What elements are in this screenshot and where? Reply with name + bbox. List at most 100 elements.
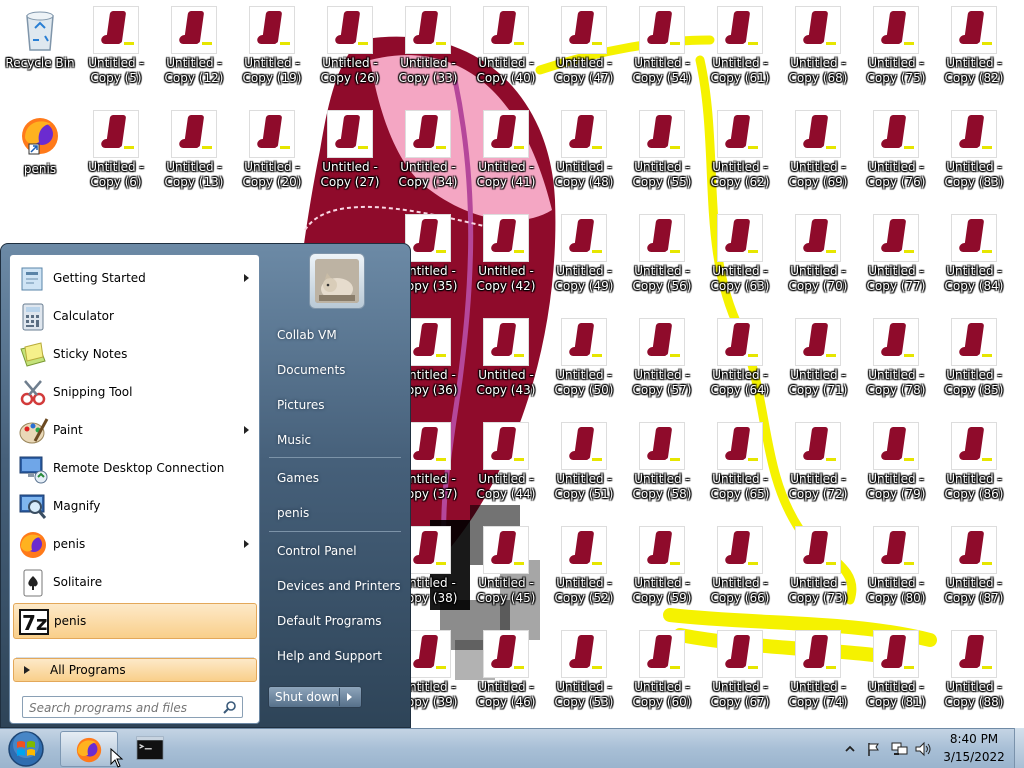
desktop-icon-untitled-copy[interactable]: Untitled - Copy (68) [780, 6, 856, 102]
desktop-icon-untitled-copy[interactable]: Untitled - Copy (54) [624, 6, 700, 102]
desktop-icon-untitled-copy[interactable]: Untitled - Copy (27) [312, 110, 388, 206]
desktop-icon-untitled-copy[interactable]: Untitled - Copy (70) [780, 214, 856, 310]
desktop-icon-untitled-copy[interactable]: Untitled - Copy (53) [546, 630, 622, 726]
start-orb-windows-icon[interactable] [6, 730, 46, 768]
desktop-icon-untitled-copy[interactable]: Untitled - Copy (84) [936, 214, 1012, 310]
desktop-icon-untitled-copy[interactable]: Untitled - Copy (88) [936, 630, 1012, 726]
start-link-default-programs[interactable]: Default Programs [277, 614, 382, 628]
desktop-icon-untitled-copy[interactable]: Untitled - Copy (20) [234, 110, 310, 206]
show-hidden-icons-chevron-icon[interactable] [844, 743, 856, 755]
shutdown-button[interactable]: Shut down [268, 686, 362, 708]
desktop-icon-untitled-copy[interactable]: Untitled - Copy (72) [780, 422, 856, 518]
desktop-icon-untitled-copy[interactable]: Untitled - Copy (64) [702, 318, 778, 414]
desktop-icon-untitled-copy[interactable]: Untitled - Copy (87) [936, 526, 1012, 622]
start-item-penis-7zip[interactable]: 7z penis [13, 603, 257, 639]
start-item-label: Magnify [53, 499, 101, 513]
show-desktop-button[interactable] [1014, 728, 1024, 768]
start-link-music[interactable]: Music [277, 433, 311, 447]
start-item-getting-started[interactable]: Getting Started [13, 261, 257, 297]
desktop-icon-untitled-copy[interactable]: Untitled - Copy (19) [234, 6, 310, 102]
desktop-icon-untitled-copy[interactable]: Untitled - Copy (86) [936, 422, 1012, 518]
desktop-icon-untitled-copy[interactable]: Untitled - Copy (40) [468, 6, 544, 102]
desktop-icon-untitled-copy[interactable]: Untitled - Copy (44) [468, 422, 544, 518]
desktop-icon-untitled-copy[interactable]: Untitled - Copy (33) [390, 6, 466, 102]
start-link-devices-printers[interactable]: Devices and Printers [277, 579, 401, 593]
desktop-icon-untitled-copy[interactable]: Untitled - Copy (73) [780, 526, 856, 622]
start-item-calculator[interactable]: Calculator [13, 299, 257, 335]
desktop-icon-untitled-copy[interactable]: Untitled - Copy (55) [624, 110, 700, 206]
desktop-icon-untitled-copy[interactable]: Untitled - Copy (43) [468, 318, 544, 414]
desktop-icon-untitled-copy[interactable]: Untitled - Copy (62) [702, 110, 778, 206]
image-thumbnail-icon [795, 630, 841, 678]
desktop-icon-untitled-copy[interactable]: Untitled - Copy (82) [936, 6, 1012, 102]
desktop-icon-untitled-copy[interactable]: Untitled - Copy (52) [546, 526, 622, 622]
desktop-icon-untitled-copy[interactable]: Untitled - Copy (76) [858, 110, 934, 206]
desktop-icon-penis-firefox[interactable]: penis [2, 112, 78, 208]
desktop-icon-untitled-copy[interactable]: Untitled - Copy (81) [858, 630, 934, 726]
volume-icon[interactable] [914, 741, 932, 757]
desktop-icon-untitled-copy[interactable]: Untitled - Copy (78) [858, 318, 934, 414]
desktop-icon-untitled-copy[interactable]: Untitled - Copy (85) [936, 318, 1012, 414]
desktop-icon-untitled-copy[interactable]: Untitled - Copy (74) [780, 630, 856, 726]
desktop-icon-untitled-copy[interactable]: Untitled - Copy (34) [390, 110, 466, 206]
taskbar-cmd-button[interactable] [122, 731, 180, 767]
start-link-documents[interactable]: Documents [277, 363, 345, 377]
desktop-icon-untitled-copy[interactable]: Untitled - Copy (49) [546, 214, 622, 310]
clock-date[interactable]: 3/15/2022 [942, 750, 1006, 764]
desktop-icon-untitled-copy[interactable]: Untitled - Copy (80) [858, 526, 934, 622]
desktop-icon-untitled-copy[interactable]: Untitled - Copy (5) [78, 6, 154, 102]
start-item-solitaire[interactable]: Solitaire [13, 565, 257, 601]
desktop-icon-untitled-copy[interactable]: Untitled - Copy (47) [546, 6, 622, 102]
desktop-icon-untitled-copy[interactable]: Untitled - Copy (66) [702, 526, 778, 622]
start-link-help-support[interactable]: Help and Support [277, 649, 382, 663]
start-link-games[interactable]: Games [277, 471, 319, 485]
desktop-icon-untitled-copy[interactable]: Untitled - Copy (69) [780, 110, 856, 206]
chevron-right-icon[interactable] [347, 693, 352, 701]
start-item-penis-firefox[interactable]: penis [13, 527, 257, 563]
action-center-flag-icon[interactable] [866, 741, 882, 757]
desktop-icon-untitled-copy[interactable]: Untitled - Copy (59) [624, 526, 700, 622]
image-thumbnail-icon [795, 6, 841, 54]
desktop-icon-untitled-copy[interactable]: Untitled - Copy (50) [546, 318, 622, 414]
search-icon[interactable] [223, 700, 237, 714]
desktop-icon-untitled-copy[interactable]: Untitled - Copy (67) [702, 630, 778, 726]
user-avatar[interactable] [309, 253, 365, 309]
all-programs-button[interactable]: All Programs [13, 658, 257, 682]
desktop-icon-untitled-copy[interactable]: Untitled - Copy (71) [780, 318, 856, 414]
desktop-icon-untitled-copy[interactable]: Untitled - Copy (56) [624, 214, 700, 310]
desktop-icon-untitled-copy[interactable]: Untitled - Copy (77) [858, 214, 934, 310]
search-input[interactable] [27, 699, 221, 717]
desktop-icon-untitled-copy[interactable]: Untitled - Copy (42) [468, 214, 544, 310]
desktop-icon-untitled-copy[interactable]: Untitled - Copy (79) [858, 422, 934, 518]
desktop-icon-untitled-copy[interactable]: Untitled - Copy (48) [546, 110, 622, 206]
network-icon[interactable] [890, 741, 908, 757]
desktop-icon-untitled-copy[interactable]: Untitled - Copy (45) [468, 526, 544, 622]
desktop-icon-untitled-copy[interactable]: Untitled - Copy (26) [312, 6, 388, 102]
desktop-icon-untitled-copy[interactable]: Untitled - Copy (58) [624, 422, 700, 518]
start-link-penis[interactable]: penis [277, 506, 309, 520]
start-link-collab-vm[interactable]: Collab VM [277, 328, 337, 342]
desktop-icon-untitled-copy[interactable]: Untitled - Copy (61) [702, 6, 778, 102]
desktop-icon-untitled-copy[interactable]: Untitled - Copy (46) [468, 630, 544, 726]
start-item-sticky-notes[interactable]: Sticky Notes [13, 337, 257, 373]
desktop-icon-untitled-copy[interactable]: Untitled - Copy (57) [624, 318, 700, 414]
desktop-icon-untitled-copy[interactable]: Untitled - Copy (6) [78, 110, 154, 206]
desktop-icon-untitled-copy[interactable]: Untitled - Copy (83) [936, 110, 1012, 206]
desktop-icon-untitled-copy[interactable]: Untitled - Copy (12) [156, 6, 232, 102]
desktop-icon-untitled-copy[interactable]: Untitled - Copy (51) [546, 422, 622, 518]
start-item-snipping-tool[interactable]: Snipping Tool [13, 375, 257, 411]
start-item-remote-desktop[interactable]: Remote Desktop Connection [13, 451, 257, 487]
desktop-icon-recycle-bin[interactable]: Recycle Bin [2, 6, 78, 102]
start-item-paint[interactable]: Paint [13, 413, 257, 449]
desktop-icon-untitled-copy[interactable]: Untitled - Copy (13) [156, 110, 232, 206]
start-link-pictures[interactable]: Pictures [277, 398, 325, 412]
desktop-icon-untitled-copy[interactable]: Untitled - Copy (60) [624, 630, 700, 726]
start-link-control-panel[interactable]: Control Panel [277, 544, 357, 558]
clock-time[interactable]: 8:40 PM [942, 732, 1006, 746]
desktop-icon-untitled-copy[interactable]: Untitled - Copy (75) [858, 6, 934, 102]
desktop-icon-untitled-copy[interactable]: Untitled - Copy (65) [702, 422, 778, 518]
desktop-icon-label: Untitled - Copy (66) [710, 576, 770, 605]
desktop-icon-untitled-copy[interactable]: Untitled - Copy (63) [702, 214, 778, 310]
desktop-icon-untitled-copy[interactable]: Untitled - Copy (41) [468, 110, 544, 206]
start-item-magnify[interactable]: Magnify [13, 489, 257, 525]
